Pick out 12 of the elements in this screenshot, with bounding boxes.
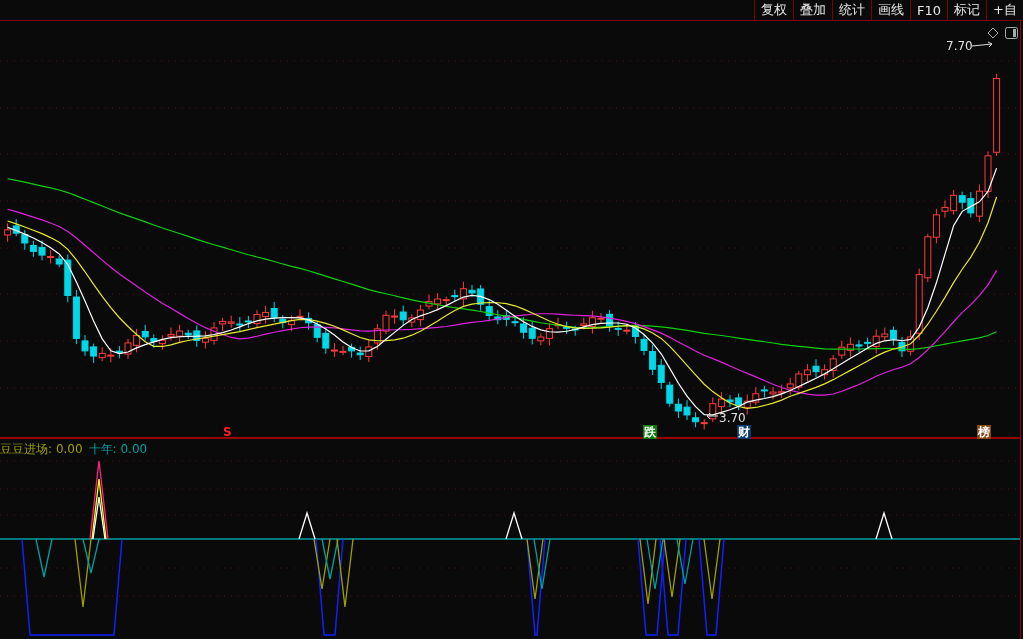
diamond-icon[interactable] <box>987 27 999 39</box>
indicator-legend: 十年: 0.00 <box>88 441 148 458</box>
signal-marker: 榜 <box>977 425 991 439</box>
signal-marker: 财 <box>737 425 751 439</box>
high-price-label: 7.70 <box>946 39 973 53</box>
low-price-label: 3.70 <box>719 411 746 425</box>
indicator-legend: 豆豆进场: 0.00 <box>0 441 83 458</box>
pointer-arrow-icon <box>972 41 994 49</box>
panel-toggle-icon[interactable] <box>1005 27 1018 39</box>
pointer-arrow-icon <box>706 412 718 420</box>
signal-marker: S <box>222 425 233 439</box>
signal-marker: 跌 <box>643 425 657 439</box>
